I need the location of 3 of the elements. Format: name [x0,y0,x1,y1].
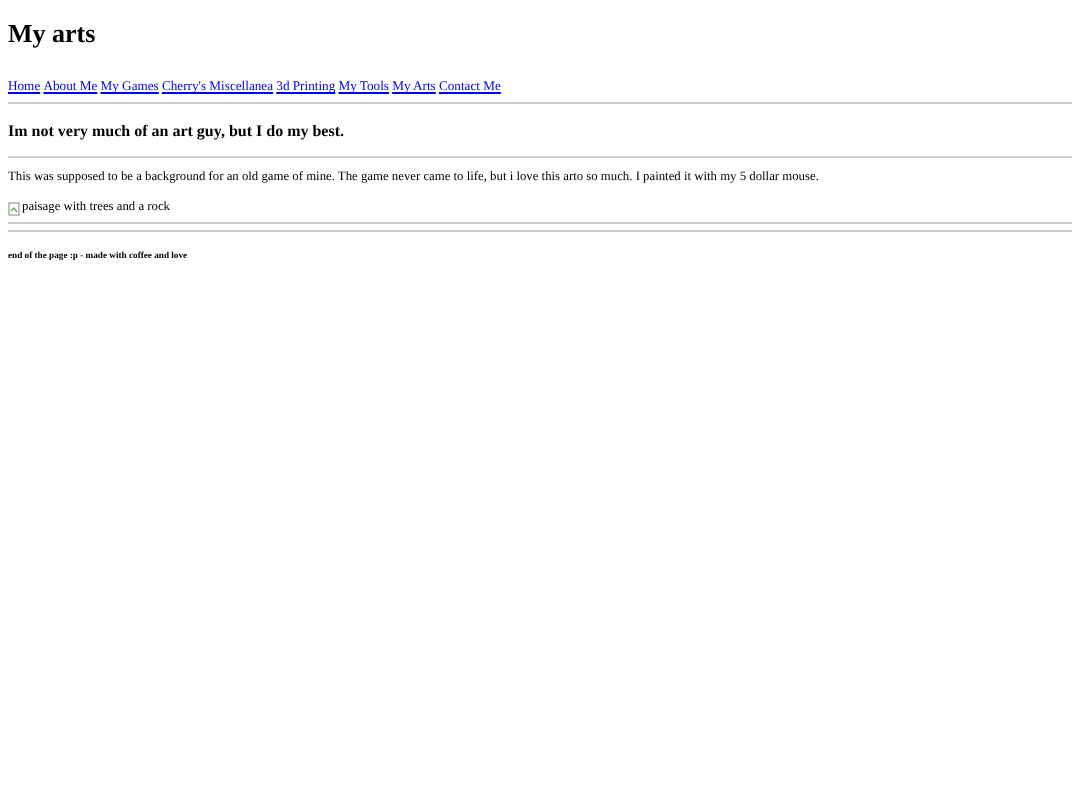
page-title: My arts [8,16,98,50]
section-heading: Im not very much of an art guy, but I do my best. [8,120,347,142]
broken-image-icon [8,201,20,215]
